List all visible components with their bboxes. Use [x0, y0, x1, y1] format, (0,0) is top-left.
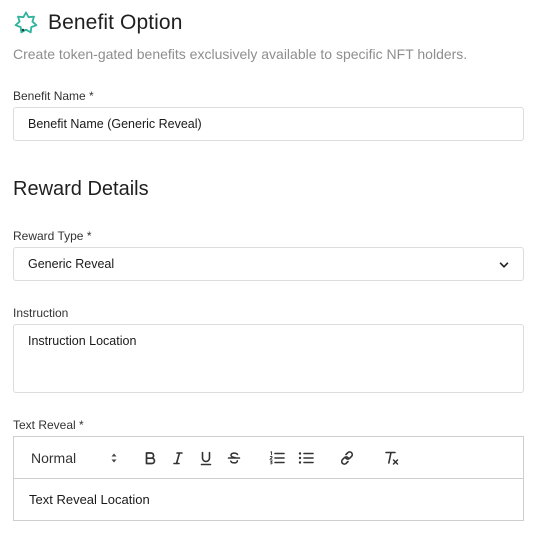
bold-icon: [145, 452, 156, 465]
italic-icon: [173, 452, 183, 465]
benefit-name-label: Benefit Name *: [13, 89, 94, 103]
page-header: Benefit Option: [13, 9, 183, 37]
link-icon: [340, 451, 354, 465]
clear-format-button[interactable]: [381, 447, 403, 469]
page-subtitle: Create token-gated benefits exclusively …: [13, 46, 468, 62]
ordered-list-button[interactable]: [266, 447, 288, 469]
strikethrough-button[interactable]: [223, 447, 245, 469]
clear-format-icon: [385, 451, 399, 465]
format-select[interactable]: Normal: [30, 447, 118, 469]
underline-button[interactable]: [195, 447, 217, 469]
format-select-value: Normal: [31, 450, 77, 466]
page-title: Benefit Option: [48, 11, 183, 34]
link-button[interactable]: [336, 447, 358, 469]
benefit-name-input[interactable]: Benefit Name (Generic Reveal): [13, 107, 524, 141]
text-reveal-editor: Normal Text Reveal Location: [13, 436, 524, 521]
benefit-name-value: Benefit Name (Generic Reveal): [28, 117, 202, 131]
reward-type-select[interactable]: Generic Reveal: [13, 247, 524, 281]
instruction-label: Instruction: [13, 306, 69, 320]
reward-type-value: Generic Reveal: [28, 257, 115, 271]
ordered-list-icon: [269, 451, 285, 465]
text-reveal-label: Text Reveal *: [13, 418, 84, 432]
editor-toolbar: Normal: [14, 437, 523, 479]
italic-button[interactable]: [167, 447, 189, 469]
bullet-list-button[interactable]: [295, 447, 317, 469]
underline-icon: [200, 451, 212, 465]
instruction-textarea[interactable]: Instruction Location: [13, 324, 524, 393]
text-reveal-content[interactable]: Text Reveal Location: [29, 492, 150, 507]
reward-type-label: Reward Type *: [13, 229, 92, 243]
bullet-list-icon: [298, 452, 314, 464]
instruction-value: Instruction Location: [28, 334, 137, 348]
star-badge-icon: [13, 10, 39, 36]
bold-button[interactable]: [139, 447, 161, 469]
chevron-down-icon: [499, 262, 509, 268]
reward-details-title: Reward Details: [13, 178, 149, 200]
strikethrough-icon: [227, 452, 241, 464]
sort-arrows-icon: [111, 453, 117, 463]
